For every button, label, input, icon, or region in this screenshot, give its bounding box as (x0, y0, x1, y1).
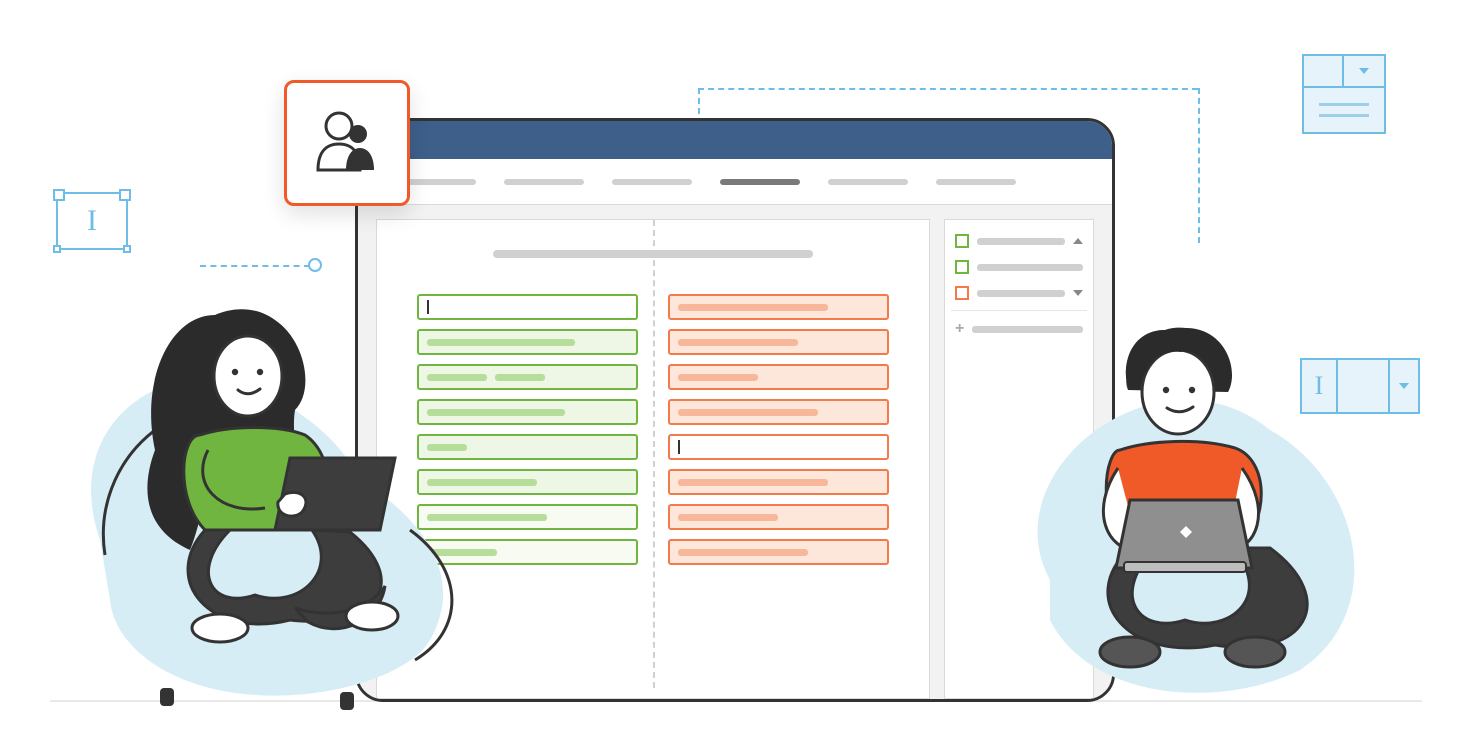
field-value-placeholder (678, 479, 828, 486)
field-value-placeholder (678, 304, 828, 311)
field-value-placeholder (678, 514, 778, 521)
field-value-placeholder (678, 549, 808, 556)
table-dropdown-icon (1302, 54, 1386, 134)
person-left-illustration (80, 280, 480, 710)
toolbar-tab[interactable] (612, 179, 692, 185)
form-field[interactable] (668, 294, 889, 320)
toolbar-tab[interactable] (828, 179, 908, 185)
legend-label-placeholder (977, 264, 1083, 271)
field-value-placeholder (678, 409, 818, 416)
form-column-right (668, 294, 889, 565)
color-swatch (955, 286, 969, 300)
legend-row[interactable] (955, 254, 1083, 280)
form-columns (417, 294, 889, 565)
chevron-up-icon (1073, 238, 1083, 244)
toolbar-tab-active[interactable] (720, 179, 800, 185)
color-swatch (955, 260, 969, 274)
plus-icon: + (955, 321, 964, 337)
field-value-placeholder (495, 374, 545, 381)
toolbar-tab[interactable] (936, 179, 1016, 185)
chevron-down-icon (1073, 290, 1083, 296)
column-divider (653, 220, 655, 688)
users-icon (312, 108, 382, 179)
connector-line (200, 265, 310, 267)
form-field[interactable] (668, 539, 889, 565)
form-field[interactable] (668, 399, 889, 425)
connector-line (698, 88, 1198, 90)
field-value-placeholder (678, 374, 758, 381)
form-field[interactable] (668, 364, 889, 390)
legend-label-placeholder (977, 238, 1065, 245)
app-toolbar (358, 159, 1112, 205)
form-field[interactable] (668, 469, 889, 495)
person-right-illustration (1020, 300, 1380, 720)
users-badge (284, 80, 410, 206)
connector-node (308, 258, 322, 272)
legend-label-placeholder (977, 290, 1065, 297)
text-frame-icon: I (56, 192, 128, 250)
form-field[interactable] (668, 504, 889, 530)
color-swatch (955, 234, 969, 248)
field-value-placeholder (678, 339, 798, 346)
form-field[interactable] (668, 329, 889, 355)
connector-line (1198, 88, 1200, 243)
text-caret (678, 440, 680, 454)
toolbar-tab[interactable] (504, 179, 584, 185)
legend-row[interactable] (955, 228, 1083, 254)
form-field[interactable] (668, 434, 889, 460)
app-menubar (358, 121, 1112, 159)
